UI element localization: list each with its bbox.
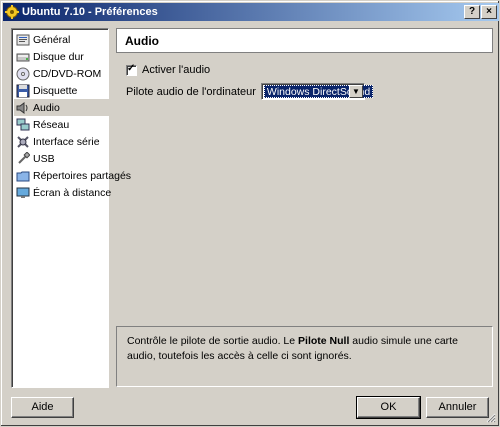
- floppy-icon: [16, 84, 30, 98]
- enable-audio-row[interactable]: ✓ Activer l'audio: [126, 62, 211, 76]
- audio-settings-group: ✓ Activer l'audio Pilote audio de l'ordi…: [116, 62, 493, 104]
- sidebar-item-cd-dvd[interactable]: CD/DVD-ROM: [14, 65, 110, 82]
- network-icon: [16, 118, 30, 132]
- sidebar-item-label: Disquette: [33, 84, 78, 97]
- sidebar-item-serial[interactable]: Interface série: [14, 133, 110, 150]
- window-title: Ubuntu 7.10 - Préférences: [22, 6, 158, 18]
- ok-button[interactable]: OK: [356, 396, 421, 419]
- resize-grip-icon[interactable]: [485, 412, 496, 423]
- sidebar-item-label: Général: [33, 33, 71, 46]
- category-list: Général Disque dur CD/DVD-ROM Disquette …: [11, 28, 131, 388]
- sidebar-item-label: Interface série: [33, 135, 100, 148]
- audio-icon: [16, 101, 30, 115]
- sidebar-item-label: USB: [33, 152, 55, 165]
- sidebar-item-remote-display[interactable]: Écran à distance: [14, 184, 112, 201]
- sidebar-item-floppy[interactable]: Disquette: [14, 82, 110, 99]
- cd-dvd-icon: [16, 67, 30, 81]
- sidebar-item-label: CD/DVD-ROM: [33, 67, 102, 80]
- sidebar-item-network[interactable]: Réseau: [14, 116, 110, 133]
- sidebar-item-usb[interactable]: USB: [14, 150, 110, 167]
- page-header: Audio: [116, 28, 493, 53]
- hard-disk-icon: [16, 50, 30, 64]
- sidebar-item-label: Répertoires partagés: [33, 169, 132, 182]
- usb-icon: [16, 150, 31, 166]
- sidebar-item-hard-disk[interactable]: Disque dur: [14, 48, 110, 65]
- chevron-down-icon[interactable]: ▼: [348, 85, 363, 98]
- preferences-window: Ubuntu 7.10 - Préférences ? × Général Di…: [0, 0, 500, 427]
- shared-folders-icon: [16, 169, 30, 183]
- remote-display-icon: [16, 186, 30, 200]
- audio-driver-label: Pilote audio de l'ordinateur: [126, 85, 256, 98]
- general-icon: [16, 33, 30, 47]
- title-bar[interactable]: Ubuntu 7.10 - Préférences ? ×: [3, 3, 499, 21]
- enable-audio-label: Activer l'audio: [142, 64, 211, 76]
- page-title: Audio: [125, 33, 159, 48]
- sidebar-item-shared-folders[interactable]: Répertoires partagés: [14, 167, 131, 184]
- sidebar-item-audio[interactable]: Audio: [14, 99, 110, 116]
- check-icon: ✓: [127, 62, 136, 74]
- title-help-button[interactable]: ?: [464, 5, 480, 19]
- description-text-bold: Pilote Null: [298, 335, 350, 347]
- sidebar-item-label: Audio: [33, 101, 60, 114]
- enable-audio-checkbox[interactable]: ✓: [126, 62, 137, 76]
- sidebar-item-general[interactable]: Général: [14, 31, 110, 48]
- help-button[interactable]: Aide: [11, 397, 74, 418]
- title-close-button[interactable]: ×: [481, 5, 497, 19]
- audio-driver-row: Pilote audio de l'ordinateur Windows Dir…: [126, 83, 374, 100]
- audio-driver-select[interactable]: Windows DirectSound ▼: [260, 83, 374, 100]
- description-panel: Contrôle le pilote de sortie audio. Le P…: [116, 326, 493, 387]
- serial-port-icon: [16, 135, 30, 149]
- sidebar-item-label: Réseau: [33, 118, 70, 131]
- description-text-start: Contrôle le pilote de sortie audio. Le: [127, 335, 299, 347]
- sidebar-item-label: Écran à distance: [33, 186, 112, 199]
- cancel-button[interactable]: Annuler: [426, 397, 489, 418]
- virtualbox-icon: [5, 5, 19, 19]
- sidebar-item-label: Disque dur: [33, 50, 84, 63]
